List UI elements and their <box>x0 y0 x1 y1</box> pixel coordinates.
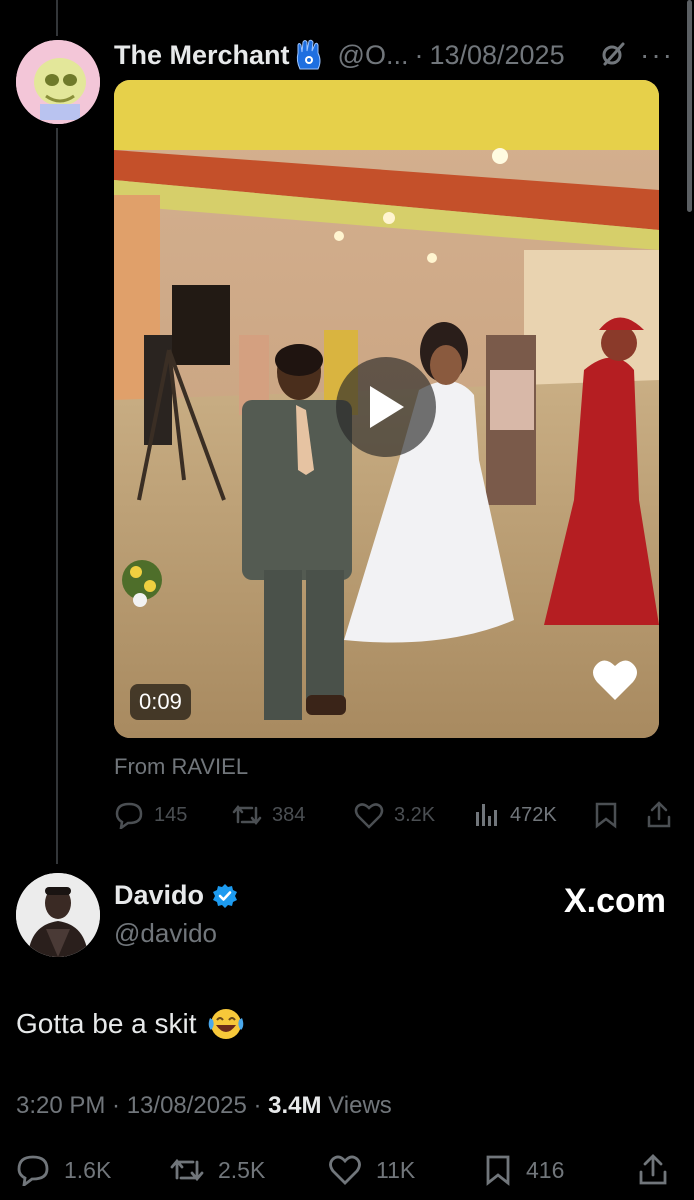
quoted-views-button[interactable]: 472K <box>474 795 557 835</box>
reply-button[interactable]: 1.6K <box>16 1148 111 1192</box>
post-author-handle[interactable]: @davido <box>114 918 217 949</box>
quoted-reply-count: 145 <box>154 803 188 826</box>
laughing-tears-emoji-icon <box>207 1006 245 1042</box>
repost-icon <box>232 804 262 826</box>
quoted-bookmark-button[interactable] <box>594 795 628 835</box>
like-count: 11K <box>376 1156 416 1183</box>
quoted-author-handle[interactable]: @O... <box>338 40 409 71</box>
quoted-author-name[interactable]: The Merchant <box>114 40 290 71</box>
grok-icon[interactable] <box>600 41 626 72</box>
verified-badge-icon <box>213 883 238 908</box>
play-icon <box>370 386 404 428</box>
quoted-post-header: The Merchant @O... · 13/08/2025 <box>114 36 674 74</box>
post-views-label: Views <box>321 1092 392 1119</box>
post-views-count: 3.4M <box>268 1092 322 1119</box>
quoted-post-date[interactable]: 13/08/2025 <box>429 40 564 71</box>
post-text-content: Gotta be a skit <box>16 1008 197 1039</box>
merchant-avatar[interactable] <box>16 40 100 124</box>
play-button[interactable] <box>336 357 436 457</box>
bookmark-count: 416 <box>526 1156 565 1183</box>
repost-icon <box>170 1158 204 1182</box>
quoted-date-separator: · <box>414 39 424 70</box>
like-button[interactable]: 11K <box>328 1148 415 1192</box>
bookmark-icon <box>486 1155 510 1186</box>
post-meta: 3:20 PM · 13/08/2025 · 3.4M Views <box>16 1092 392 1120</box>
thread-line <box>56 128 58 864</box>
post-author-name-text: Davido <box>114 880 205 910</box>
reply-icon <box>115 802 143 829</box>
quoted-views-count: 472K <box>510 803 557 826</box>
post-action-bar: 1.6K 2.5K 11K 416 <box>16 1148 676 1192</box>
bookmark-button[interactable]: 416 <box>484 1148 564 1192</box>
repost-count: 2.5K <box>218 1156 266 1183</box>
post-text: Gotta be a skit <box>16 1006 245 1042</box>
post-author-name[interactable]: Davido <box>114 880 238 911</box>
quoted-repost-button[interactable]: 384 <box>232 795 305 835</box>
heart-overlay-icon <box>591 658 639 702</box>
more-options-icon[interactable]: ··· <box>640 39 674 71</box>
reply-count: 1.6K <box>64 1156 112 1183</box>
quoted-reply-button[interactable]: 145 <box>114 795 187 835</box>
reply-icon <box>17 1155 49 1186</box>
quoted-repost-count: 384 <box>272 803 306 826</box>
source-attribution[interactable]: From RAVIEL <box>114 754 248 780</box>
share-icon <box>647 801 671 828</box>
video-duration: 0:09 <box>130 684 191 720</box>
x-com-watermark: X.com <box>563 882 666 920</box>
quoted-like-count: 3.2K <box>394 803 436 826</box>
share-button[interactable] <box>638 1148 682 1192</box>
video-player[interactable]: 0:09 <box>114 80 659 738</box>
share-icon <box>639 1154 667 1185</box>
quoted-like-button[interactable]: 3.2K <box>354 795 435 835</box>
davido-avatar[interactable] <box>16 873 100 957</box>
like-icon <box>329 1155 361 1185</box>
quoted-action-bar: 145 384 3.2K 472K <box>114 795 674 835</box>
quoted-share-button[interactable] <box>646 795 682 835</box>
hamsa-emoji-icon <box>294 39 324 71</box>
scrollbar[interactable] <box>687 0 692 212</box>
thread-line-top <box>56 0 58 36</box>
like-icon <box>354 802 384 829</box>
bookmark-icon <box>595 802 617 829</box>
repost-button[interactable]: 2.5K <box>170 1148 265 1192</box>
views-icon <box>476 804 497 826</box>
post-timestamp[interactable]: 3:20 PM · 13/08/2025 · <box>16 1092 268 1119</box>
